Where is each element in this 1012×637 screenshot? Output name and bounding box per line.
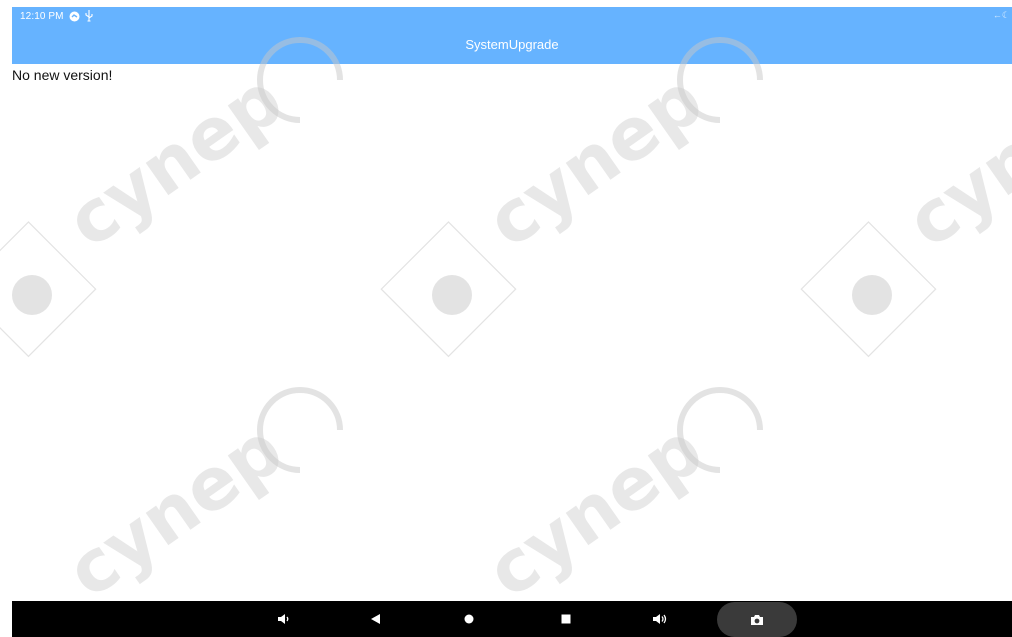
- home-circle-icon: [464, 614, 474, 624]
- watermark-arc: [677, 387, 763, 473]
- volume-down-button[interactable]: [264, 601, 304, 637]
- status-bar: 12:10 PM ←☾: [12, 7, 1012, 27]
- back-button[interactable]: [356, 601, 396, 637]
- back-triangle-icon: [371, 614, 380, 624]
- usb-icon: [83, 10, 95, 22]
- home-button[interactable]: [449, 601, 489, 637]
- watermark-gear-icon: [852, 275, 892, 315]
- watermark-text: cynep: [52, 407, 298, 614]
- page-title: SystemUpgrade: [465, 37, 559, 52]
- watermark-gear-icon: [432, 275, 472, 315]
- watermark-text: cynep: [472, 407, 718, 614]
- watermark: cynep cynep cynep cynep cynep: [0, 37, 1012, 614]
- volume-up-button[interactable]: [640, 601, 680, 637]
- navigation-bar: [12, 601, 1012, 637]
- status-right-icon: ←☾: [992, 10, 1010, 20]
- volume-up-icon: [653, 614, 667, 624]
- camera-icon: [751, 614, 763, 625]
- watermark-arc: [257, 387, 343, 473]
- watermark-text: cynep: [472, 57, 718, 264]
- screenshot-button[interactable]: [717, 602, 797, 637]
- watermark-text: cynep: [52, 57, 298, 264]
- status-time: 12:10 PM: [20, 11, 64, 22]
- notification-dot-icon: [68, 10, 80, 22]
- recents-square-icon: [561, 614, 571, 624]
- app-bar: 12:10 PM ←☾ SystemUpgrade: [12, 7, 1012, 64]
- watermark-logo-frame: [800, 221, 937, 358]
- watermark-logo-frame: [0, 221, 97, 358]
- status-message: No new version!: [12, 67, 113, 83]
- watermark-text: cynep: [892, 57, 1012, 264]
- recents-button[interactable]: [546, 601, 586, 637]
- watermark-logo-frame: [380, 221, 517, 358]
- watermark-gear-icon: [12, 275, 52, 315]
- volume-down-icon: [278, 614, 289, 624]
- screen: 12:10 PM ←☾ SystemUpgrade No new version…: [0, 0, 1012, 637]
